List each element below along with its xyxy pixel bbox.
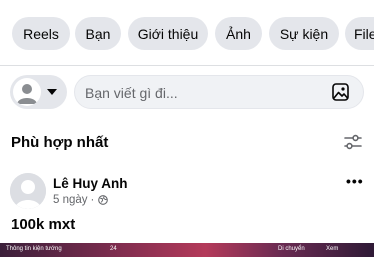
composer-avatar-button[interactable]	[10, 75, 67, 109]
photo-icon[interactable]	[332, 83, 349, 101]
media-hud-label: Thông tin kiện tướng	[6, 246, 62, 252]
meta-separator: ·	[90, 194, 95, 206]
globe-icon	[98, 195, 109, 205]
post-text: 100k mxt	[11, 216, 76, 233]
chevron-down-icon	[47, 89, 57, 95]
media-hud-label-2: Di chuyển	[278, 246, 305, 252]
tab-friends[interactable]: Bạn	[75, 17, 121, 50]
profile-tabs: Reels Bạn Giới thiệu Ảnh Sự kiện File	[0, 0, 374, 66]
tab-files[interactable]: File	[345, 17, 374, 50]
tab-about[interactable]: Giới thiệu	[128, 17, 208, 50]
post-meta: 5 ngày ·	[53, 194, 109, 206]
default-avatar-icon	[10, 173, 46, 209]
tab-reels[interactable]: Reels	[12, 17, 70, 50]
tab-photos[interactable]: Ảnh	[215, 17, 262, 50]
media-hud-label-3: Xem	[326, 246, 339, 252]
more-options-icon[interactable]: •••	[346, 173, 364, 189]
post-media-image[interactable]: Thông tin kiện tướng 24 Di chuyển Xem	[0, 243, 374, 257]
default-avatar-icon	[17, 84, 37, 104]
divider	[0, 65, 374, 66]
composer-placeholder: Bạn viết gì đi...	[85, 85, 178, 101]
media-hud-counter: 24	[110, 246, 117, 252]
feed-sort-label: Phù hợp nhất	[11, 134, 109, 151]
post-author-name[interactable]: Lê Huy Anh	[53, 176, 128, 191]
post-time[interactable]: 5 ngày	[53, 194, 88, 206]
tab-events[interactable]: Sự kiện	[269, 17, 339, 50]
avatar	[13, 78, 41, 106]
post-author-avatar[interactable]	[10, 173, 46, 209]
post-composer-input[interactable]: Bạn viết gì đi...	[74, 75, 364, 109]
filter-icon[interactable]	[344, 134, 362, 150]
